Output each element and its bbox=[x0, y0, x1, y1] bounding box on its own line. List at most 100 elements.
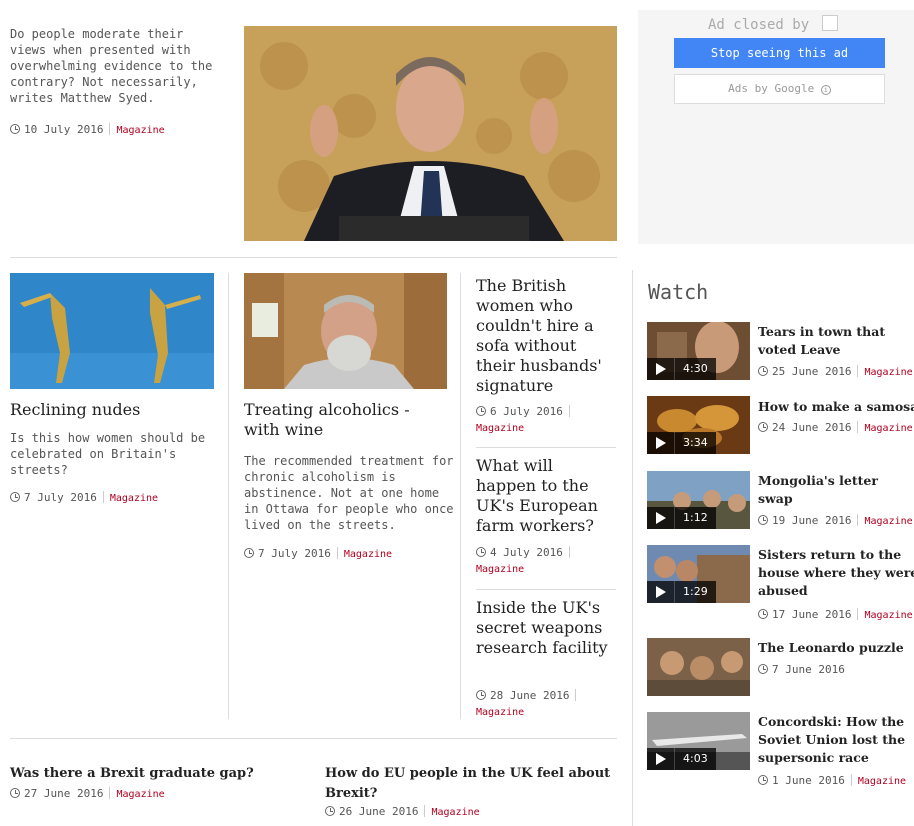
bottom-article-section-link[interactable]: Magazine bbox=[431, 807, 479, 818]
top-story-summary: Do people moderate their views when pres… bbox=[10, 27, 213, 105]
side-article-title[interactable]: What will happen to the UK's European fa… bbox=[476, 456, 618, 536]
play-icon bbox=[656, 512, 666, 524]
bottom-article-date: 26 June 2016 bbox=[339, 805, 419, 818]
video-thumbnail[interactable] bbox=[647, 638, 750, 696]
video-meta: 7 June 2016 bbox=[758, 662, 845, 678]
video-section-link[interactable]: Magazine bbox=[858, 776, 906, 787]
column-divider bbox=[460, 273, 461, 719]
play-button[interactable]: 1:12 bbox=[647, 507, 716, 529]
video-meta: 19 June 2016 Magazine bbox=[758, 513, 913, 530]
article-title[interactable]: Reclining nudes bbox=[10, 400, 220, 420]
info-icon[interactable]: i bbox=[820, 85, 831, 95]
article-section-link[interactable]: Magazine bbox=[110, 493, 158, 504]
top-story-image[interactable] bbox=[244, 26, 617, 241]
ads-by-google-label: Ads by Google bbox=[728, 82, 815, 95]
video-title-line: Soviet Union lost the bbox=[758, 732, 906, 747]
video-title[interactable]: Concordski: How the Soviet Union lost the… bbox=[758, 713, 905, 767]
video-title[interactable]: Mongolia's letter swap bbox=[758, 472, 878, 508]
video-title-line: How to make a samosa bbox=[758, 399, 914, 414]
play-icon bbox=[656, 437, 666, 449]
side-article-section-link[interactable]: Magazine bbox=[476, 423, 524, 434]
play-button[interactable]: 3:34 bbox=[647, 432, 716, 454]
video-meta: 1 June 2016 Magazine bbox=[758, 773, 906, 790]
top-story-date: 10 July 2016 bbox=[24, 123, 104, 136]
video-title[interactable]: Tears in town that voted Leave bbox=[758, 323, 885, 359]
article-image[interactable] bbox=[10, 273, 214, 389]
ad-closed-label: Ad closed by bbox=[708, 15, 838, 33]
side-article-meta: 4 July 2016 Magazine bbox=[476, 545, 616, 578]
video-title[interactable]: How to make a samosa bbox=[758, 398, 914, 416]
video-date: 17 June 2016 bbox=[772, 608, 852, 621]
video-title-line: house where they were bbox=[758, 565, 914, 580]
video-thumbnail[interactable]: 4:30 bbox=[647, 322, 750, 380]
video-title[interactable]: Sisters return to the house where they we… bbox=[758, 546, 914, 600]
play-button[interactable]: 4:30 bbox=[647, 358, 716, 380]
video-section-link[interactable]: Magazine bbox=[864, 610, 912, 621]
video-title-line: Sisters return to the bbox=[758, 547, 902, 562]
clock-icon bbox=[10, 124, 20, 134]
article-section-link[interactable]: Magazine bbox=[344, 549, 392, 560]
article-date: 7 July 2016 bbox=[258, 547, 331, 560]
video-section-link[interactable]: Magazine bbox=[864, 423, 912, 434]
top-story-section-link[interactable]: Magazine bbox=[116, 125, 164, 136]
play-button[interactable]: 4:03 bbox=[647, 748, 716, 770]
article-date: 7 July 2016 bbox=[24, 491, 97, 504]
video-meta: 17 June 2016 Magazine bbox=[758, 607, 913, 624]
video-title-line: The Leonardo puzzle bbox=[758, 640, 904, 655]
ad-logo-placeholder bbox=[821, 15, 838, 31]
article-title[interactable]: Treating alcoholics - with wine bbox=[244, 400, 449, 440]
video-title[interactable]: The Leonardo puzzle bbox=[758, 639, 904, 657]
play-button[interactable]: 1:29 bbox=[647, 581, 716, 603]
top-story-meta: 10 July 2016 Magazine bbox=[10, 122, 165, 139]
clock-icon bbox=[476, 690, 486, 700]
article-image[interactable] bbox=[244, 273, 447, 389]
video-thumbnail[interactable]: 1:12 bbox=[647, 471, 750, 529]
clock-icon bbox=[758, 366, 768, 376]
divider bbox=[10, 257, 617, 258]
side-article-section-link[interactable]: Magazine bbox=[476, 564, 524, 575]
video-title-line: voted Leave bbox=[758, 342, 841, 357]
watch-heading: Watch bbox=[648, 280, 709, 304]
bottom-article-title[interactable]: How do EU people in the UK feel about Br… bbox=[325, 764, 620, 804]
clock-icon bbox=[325, 806, 335, 816]
clock-icon bbox=[476, 547, 486, 557]
bottom-article-meta: 26 June 2016 Magazine bbox=[325, 804, 480, 821]
clock-icon bbox=[10, 788, 20, 798]
clock-icon bbox=[476, 406, 486, 416]
man-photo bbox=[244, 273, 447, 389]
stop-seeing-ad-button[interactable]: Stop seeing this ad bbox=[674, 38, 885, 68]
ads-by-google-button[interactable]: Ads by Google i bbox=[674, 74, 885, 104]
video-duration: 4:03 bbox=[674, 748, 716, 770]
clock-icon bbox=[10, 492, 20, 502]
play-icon bbox=[656, 586, 666, 598]
video-duration: 4:30 bbox=[674, 358, 716, 380]
video-thumbnail[interactable]: 1:29 bbox=[647, 545, 750, 603]
play-icon bbox=[656, 363, 666, 375]
side-article-title[interactable]: Inside the UK's secret weapons research … bbox=[476, 598, 618, 658]
video-duration: 1:29 bbox=[674, 581, 716, 603]
article-summary: The recommended treatment for chronic al… bbox=[244, 454, 454, 532]
article-summary: Is this how women should be celebrated o… bbox=[10, 431, 206, 477]
statues-photo bbox=[10, 273, 214, 389]
video-thumbnail[interactable]: 4:03 bbox=[647, 712, 750, 770]
video-section-link[interactable]: Magazine bbox=[864, 516, 912, 527]
side-article-title[interactable]: The British women who couldn't hire a so… bbox=[476, 276, 618, 396]
video-title-line: supersonic race bbox=[758, 750, 869, 765]
divider bbox=[476, 447, 616, 448]
video-title-line: Tears in town that bbox=[758, 324, 886, 339]
bottom-article-meta: 27 June 2016 Magazine bbox=[10, 786, 165, 803]
side-article-section-link[interactable]: Magazine bbox=[476, 707, 524, 718]
clock-icon bbox=[758, 664, 768, 674]
side-article-meta: 6 July 2016 Magazine bbox=[476, 404, 616, 437]
divider bbox=[476, 589, 616, 590]
clock-icon bbox=[758, 515, 768, 525]
video-thumbnail[interactable]: 3:34 bbox=[647, 396, 750, 454]
video-date: 25 June 2016 bbox=[772, 365, 852, 378]
side-article-date: 4 July 2016 bbox=[490, 546, 563, 559]
bottom-article-title[interactable]: Was there a Brexit graduate gap? bbox=[10, 764, 310, 784]
play-icon bbox=[656, 753, 666, 765]
clock-icon bbox=[758, 775, 768, 785]
divider bbox=[10, 738, 617, 739]
video-section-link[interactable]: Magazine bbox=[864, 367, 912, 378]
bottom-article-section-link[interactable]: Magazine bbox=[116, 789, 164, 800]
